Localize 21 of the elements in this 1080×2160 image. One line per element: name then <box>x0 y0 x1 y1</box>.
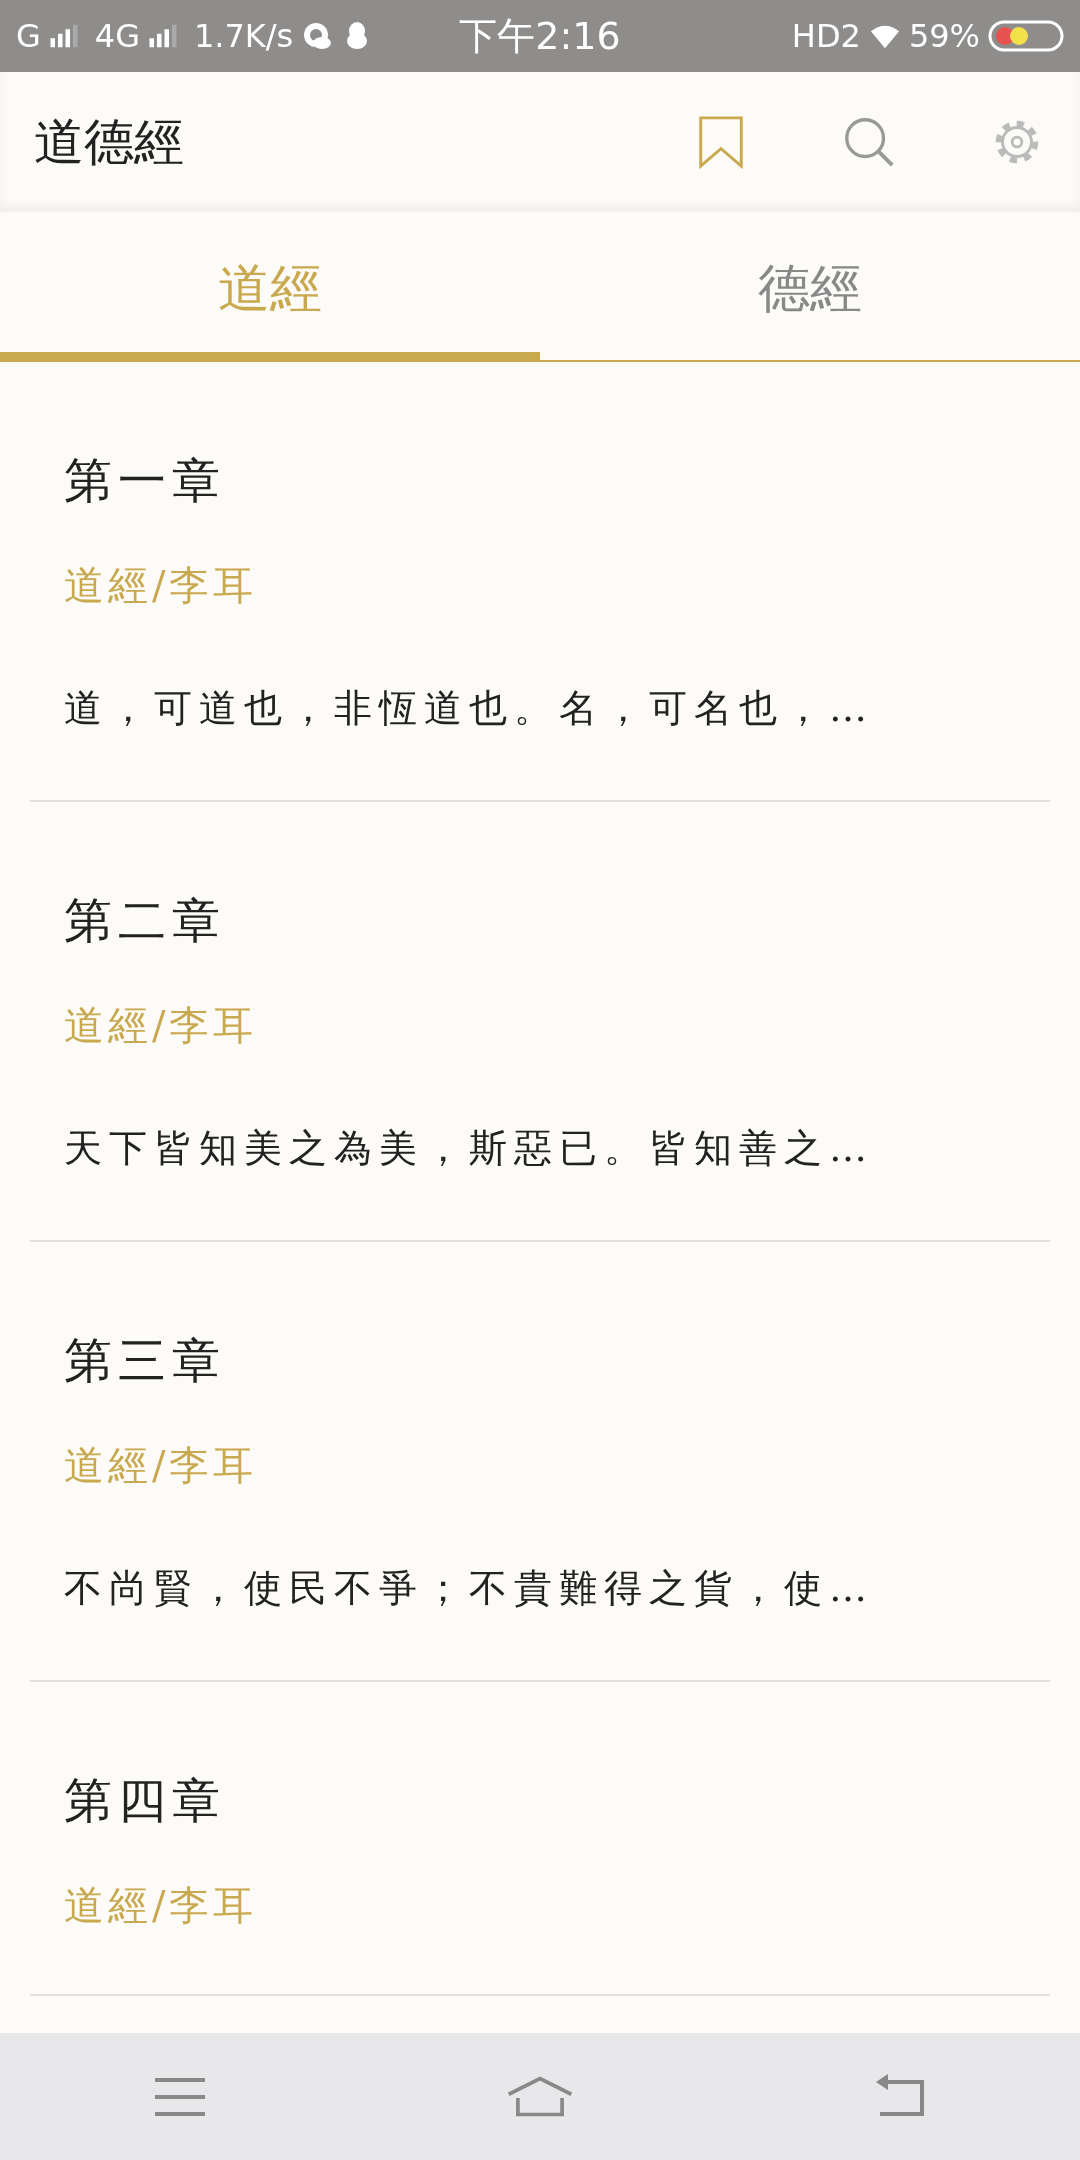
signal-icon <box>147 24 178 48</box>
network-speed: 1.7K/s <box>193 17 294 55</box>
chapter-title[interactable]: 第二章 <box>64 890 1016 950</box>
chapter-source: 道經/李耳 <box>64 561 259 610</box>
battery-icon <box>988 20 1064 52</box>
chapter-preview: 道，可道也，非恆道也。名，可名也，… <box>64 685 875 732</box>
clock: 下午2:16 <box>459 12 621 60</box>
chapter-preview: 天下皆知美之為美，斯惡已。皆知善之… <box>64 1125 875 1172</box>
app-title: 道德經 <box>34 111 184 173</box>
chapter-title[interactable]: 第一章 <box>64 450 1016 510</box>
signal-icon <box>48 24 79 48</box>
chapter-source: 道經/李耳 <box>64 1441 259 1490</box>
battery-percent: 59% <box>908 17 980 55</box>
hd-label: HD2 <box>791 17 861 55</box>
chapter-title[interactable]: 第三章 <box>64 1330 1016 1390</box>
network-label: 4G <box>94 17 140 55</box>
chapter-source: 道經/李耳 <box>64 1001 259 1050</box>
chapter-preview: 不尚賢，使民不爭；不貴難得之貨，使… <box>64 1565 875 1612</box>
chapter-source: 道經/李耳 <box>64 1881 259 1930</box>
carrier-label: G <box>16 17 41 55</box>
chapter-title[interactable]: 第四章 <box>64 1770 1016 1830</box>
